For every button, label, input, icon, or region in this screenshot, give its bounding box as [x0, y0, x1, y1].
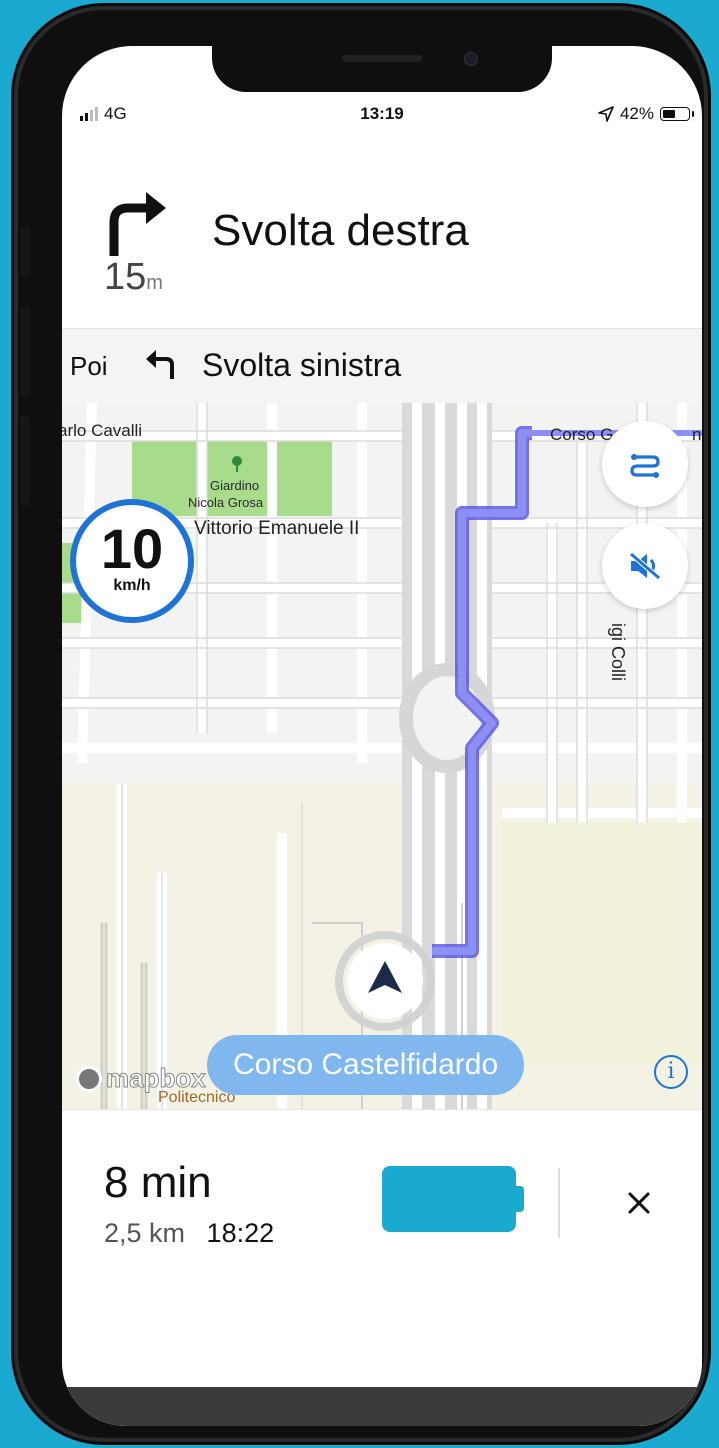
battery-percent: 42%: [619, 104, 654, 123]
speaker-muted-icon: [629, 552, 661, 580]
route-options-button[interactable]: [602, 421, 688, 507]
volume-down-button: [20, 416, 30, 506]
mute-switch: [20, 226, 30, 276]
route-overview-icon: [630, 454, 660, 478]
next-instruction: Svolta sinistra: [202, 347, 402, 383]
turn-instruction: Svolta destra: [212, 206, 469, 255]
street-label-corso-top: Corso G: [550, 425, 614, 444]
trip-arrival-time: 18:22: [206, 1218, 275, 1248]
screen: 4G 13:19 42% 15m Svolta destra Poi Svolt…: [62, 46, 702, 1426]
home-indicator-area: [62, 1387, 702, 1426]
trip-duration: 8 min: [104, 1158, 212, 1207]
trip-details: 2,5 km 18:22: [104, 1218, 274, 1249]
map-info-button[interactable]: i: [654, 1055, 688, 1089]
camera: [464, 52, 478, 66]
next-instruction-panel: Poi Svolta sinistra: [62, 328, 702, 404]
street-label-colli: igi Colli: [608, 623, 628, 682]
park-tree-icon: [232, 456, 242, 472]
current-street-label: Corso Castelfidardo: [207, 1035, 525, 1095]
turn-panel: 15m Svolta destra: [62, 146, 702, 326]
mute-voice-button[interactable]: [602, 523, 688, 609]
speed-limit-sign: 10 km/h: [70, 499, 194, 623]
battery-icon: [660, 107, 694, 121]
notch: [212, 46, 552, 92]
close-icon[interactable]: [622, 1186, 656, 1220]
park-label-giardino: Giardino: [210, 478, 260, 493]
volume-up-button: [20, 306, 30, 396]
turn-distance: 15m: [104, 256, 163, 299]
vehicle-battery-icon: [382, 1166, 524, 1232]
location-arrow-icon: [598, 106, 614, 122]
street-label-corso-top-end: no: [692, 425, 702, 444]
next-prefix: Poi: [70, 351, 108, 381]
speaker: [342, 55, 422, 62]
trip-summary-panel: 8 min 2,5 km 18:22: [62, 1109, 702, 1426]
turn-left-icon: [146, 350, 174, 379]
speed-limit-unit: km/h: [113, 577, 151, 594]
turn-distance-value: 15: [104, 256, 147, 298]
divider: [558, 1168, 560, 1238]
park-label-nicola-grosa: Nicola Grosa: [188, 495, 264, 510]
status-bar: 4G 13:19 42%: [62, 104, 702, 128]
turn-distance-unit: m: [146, 272, 163, 294]
turn-right-icon: [109, 192, 166, 256]
user-location-puck: [335, 931, 435, 1031]
map-view[interactable]: arlo Cavalli Corso G no Giardino Nicola …: [62, 403, 702, 1109]
street-label-carlo-cavalli: arlo Cavalli: [62, 421, 143, 440]
street-label-vittorio-emanuele: Vittorio Emanuele II: [194, 518, 360, 539]
phone-frame: 4G 13:19 42% 15m Svolta destra Poi Svolt…: [14, 6, 708, 1442]
trip-distance: 2,5 km: [104, 1218, 186, 1248]
speed-limit-value: 10: [100, 517, 164, 580]
status-right: 42%: [598, 104, 694, 124]
